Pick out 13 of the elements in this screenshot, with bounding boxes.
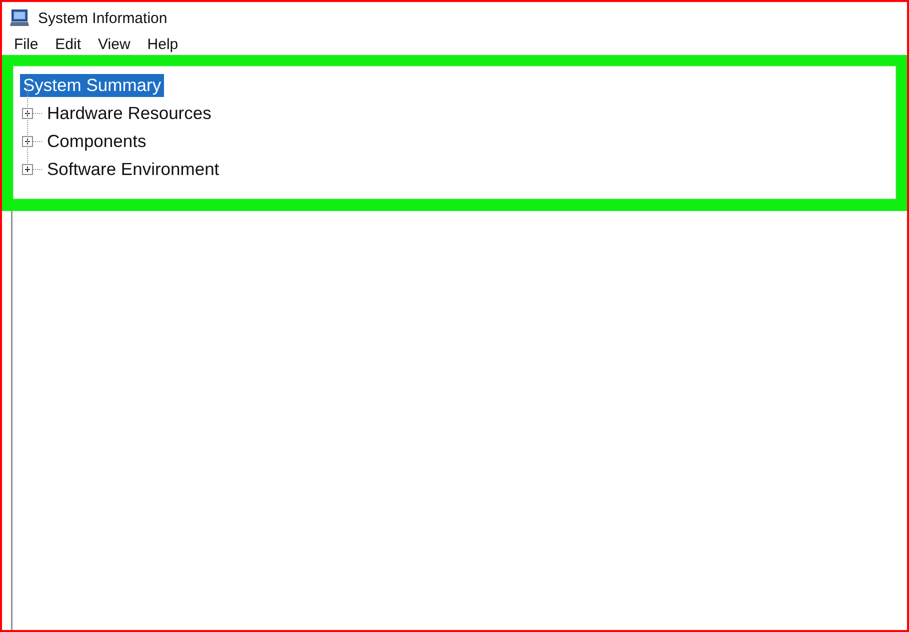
plus-box-icon[interactable] (22, 164, 42, 174)
tree-item[interactable]: Software Environment (44, 158, 222, 180)
tree-item[interactable]: Components (44, 130, 150, 152)
tree-item[interactable]: Hardware Resources (44, 102, 214, 124)
plus-box-icon[interactable] (22, 108, 42, 118)
menu-item[interactable]: View (98, 36, 130, 53)
menu-item[interactable]: Help (147, 36, 178, 53)
computer-icon (10, 9, 30, 27)
window-title: System Information (38, 10, 168, 26)
menu-item[interactable]: Edit (55, 36, 82, 53)
plus-box-icon[interactable] (22, 136, 42, 146)
menu-item[interactable]: File (14, 36, 38, 53)
tree-item[interactable]: System Summary (20, 74, 164, 96)
